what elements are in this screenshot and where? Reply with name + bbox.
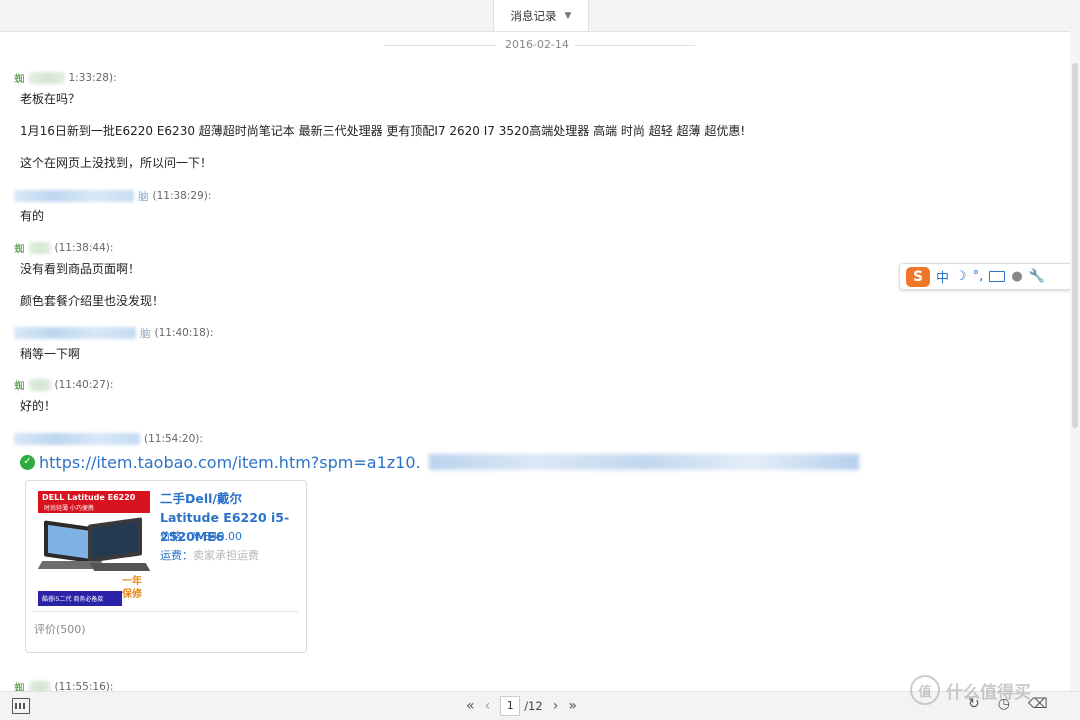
product-image[interactable]: DELL Latitude E6220 时尚轻薄 小巧便携 一年保修 酷睿i5二… xyxy=(38,491,150,606)
last-page-button[interactable]: » xyxy=(568,698,577,714)
redacted-name xyxy=(28,379,51,391)
message-text: 有的 xyxy=(20,209,45,223)
redacted-name xyxy=(14,433,140,445)
scroll-thumb[interactable] xyxy=(1072,63,1078,428)
product-price: 价格：¥ 849.00 xyxy=(160,530,242,543)
message-sender: 蜘 (11:38:44): xyxy=(14,242,114,255)
message-sender: (11:54:20): xyxy=(14,432,203,446)
message-time: 1:33:28): xyxy=(68,72,117,84)
next-page-button[interactable]: › xyxy=(553,698,559,714)
prev-page-button[interactable]: ‹ xyxy=(485,698,491,714)
user-icon[interactable]: ● xyxy=(1011,269,1022,284)
wrench-icon[interactable]: 🔧 xyxy=(1029,269,1045,284)
redacted-name xyxy=(14,190,134,202)
product-shipping: 运费：卖家承担运费 xyxy=(160,549,259,562)
sogou-logo-icon[interactable]: S xyxy=(906,266,930,287)
message-time: (11:38:29): xyxy=(152,190,212,202)
message-text: 稍等一下啊 xyxy=(20,347,81,361)
ime-toolbar[interactable]: S 中 ☽ °, ● 🔧 xyxy=(899,263,1073,290)
message-text: 老板在吗？ xyxy=(20,92,81,106)
product-rating[interactable]: 评价(500) xyxy=(34,621,86,637)
divider xyxy=(32,611,298,612)
page-total: /12 xyxy=(524,699,543,713)
message-sender: 蜘 (11:40:27): xyxy=(14,379,114,392)
date-label: 2016-02-14 xyxy=(505,38,569,51)
product-card[interactable]: DELL Latitude E6220 时尚轻薄 小巧便携 一年保修 酷睿i5二… xyxy=(25,480,307,653)
redacted-name xyxy=(14,327,136,339)
redacted-url xyxy=(428,454,859,470)
watermark: 值 什么值得买 xyxy=(910,675,1031,705)
redacted-name xyxy=(28,72,65,84)
message-time: (11:40:27): xyxy=(54,379,114,391)
watermark-icon: 值 xyxy=(910,675,940,705)
chevron-down-icon[interactable]: ▼ xyxy=(565,11,572,21)
first-page-button[interactable]: « xyxy=(466,698,475,714)
window-title: 消息记录 xyxy=(510,8,557,23)
message-time: (11:38:44): xyxy=(54,242,114,254)
redacted-name xyxy=(28,242,51,254)
moon-icon[interactable]: ☽ xyxy=(955,269,967,284)
message-text: 没有看到商品页面啊！ xyxy=(20,262,141,276)
page-number-input[interactable]: 1 xyxy=(500,696,521,716)
message-sender: 脑 (11:40:18): xyxy=(14,326,213,340)
message-sender: 脑 (11:38:29): xyxy=(14,189,211,203)
calendar-icon[interactable] xyxy=(12,698,30,714)
watermark-text: 什么值得买 xyxy=(946,682,1031,703)
message-history-tab[interactable]: 消息记录 ▼ xyxy=(493,0,589,31)
ime-mode-toggle[interactable]: 中 xyxy=(936,267,949,286)
message-text: 这个在网页上没找到，所以问一下！ xyxy=(20,156,213,170)
top-bar: 消息记录 ▼ xyxy=(0,0,1080,32)
punctuation-toggle[interactable]: °, xyxy=(973,269,984,284)
message-text: 好的！ xyxy=(20,399,57,413)
message-text: 1月16日新到一批E6220 E6230 超薄超时尚笔记本 最新三代处理器 更有… xyxy=(20,124,746,138)
keyboard-icon[interactable] xyxy=(989,271,1006,282)
verified-check-icon: ✓ xyxy=(20,454,35,470)
message-text: 颜色套餐介绍里也没发现！ xyxy=(20,294,165,308)
message-time: (11:54:20): xyxy=(144,433,203,445)
item-link-url[interactable]: https://item.taobao.com/item.htm?spm=a1z… xyxy=(39,453,421,472)
scrollbar[interactable] xyxy=(1070,31,1080,691)
pager: « ‹ 1 /12 › » xyxy=(466,696,577,716)
item-link[interactable]: ✓ https://item.taobao.com/item.htm?spm=a… xyxy=(20,451,859,473)
message-time: (11:40:18): xyxy=(154,327,214,339)
date-separator: 2016-02-14 xyxy=(0,38,1070,52)
message-sender: 蜘 1:33:28): xyxy=(14,72,117,85)
